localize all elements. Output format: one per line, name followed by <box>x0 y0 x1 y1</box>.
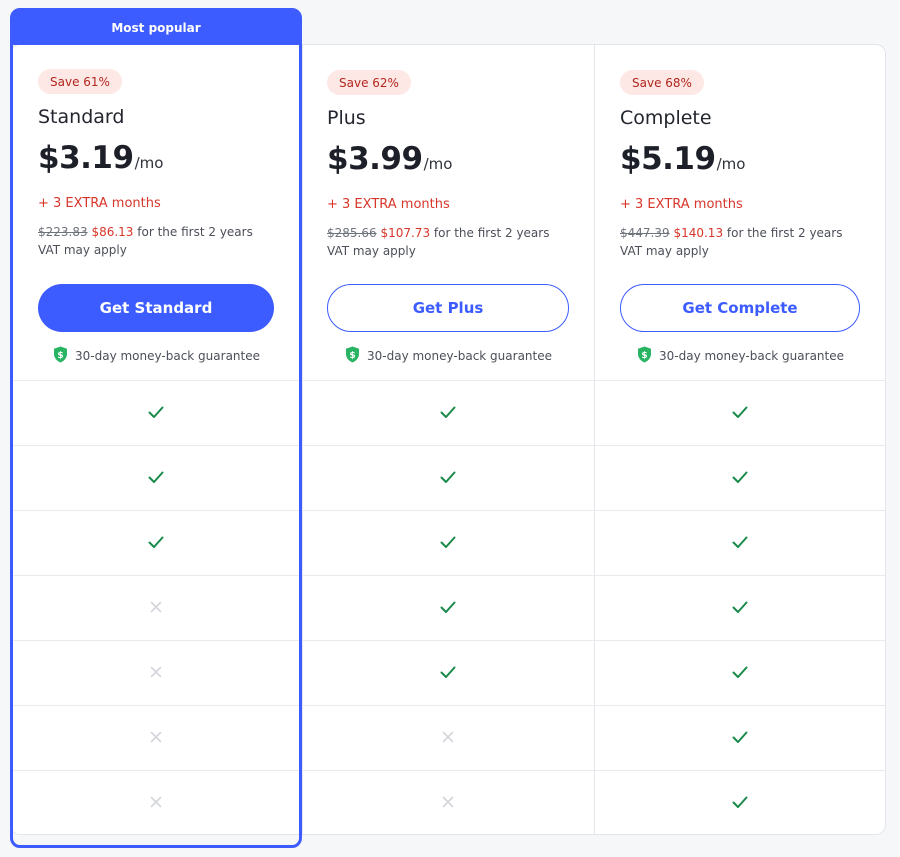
get-plus-button[interactable]: Get Plus <box>327 284 569 332</box>
most-popular-banner: Most popular <box>13 11 299 45</box>
column-divider <box>302 44 303 835</box>
original-price: $285.66 <box>327 226 377 240</box>
check-icon <box>731 663 749 681</box>
pricing-plans: Most popular Save 61% Standard $3.19/mo + 3… <box>0 0 900 857</box>
cross-icon <box>439 728 457 746</box>
check-icon <box>731 468 749 486</box>
money-back-guarantee: $30-day money-back guarantee <box>637 346 844 366</box>
discounted-price: $107.73 <box>380 226 431 240</box>
plan-name: Complete <box>620 107 712 129</box>
shield-dollar-icon: $ <box>345 346 360 366</box>
check-icon <box>439 533 457 551</box>
cross-icon <box>439 793 457 811</box>
extra-months-promo: + 3 EXTRA months <box>327 197 450 212</box>
price-unit: /mo <box>716 155 746 173</box>
check-icon <box>439 598 457 616</box>
plan-name: Plus <box>327 107 366 129</box>
check-icon <box>731 403 749 421</box>
original-price: $447.39 <box>620 226 670 240</box>
check-icon <box>439 403 457 421</box>
check-icon <box>439 663 457 681</box>
price: $3.99/mo <box>327 141 452 177</box>
extra-months-promo: + 3 EXTRA months <box>620 197 743 212</box>
guarantee-text: 30-day money-back guarantee <box>659 349 844 363</box>
vat-note: VAT may apply <box>620 244 709 258</box>
save-badge: Save 68% <box>620 70 704 95</box>
check-icon <box>439 468 457 486</box>
billing-period: for the first 2 years <box>433 226 550 240</box>
save-badge: Save 62% <box>327 70 411 95</box>
price: $5.19/mo <box>620 141 745 177</box>
pricing-detail: $447.39 $140.13 for the first 2 years <box>620 224 842 242</box>
svg-text:$: $ <box>349 351 355 361</box>
price-amount: $5.19 <box>620 141 716 177</box>
price-amount: $3.99 <box>327 141 423 177</box>
check-icon <box>731 793 749 811</box>
column-divider <box>594 44 595 835</box>
discounted-price: $140.13 <box>673 226 724 240</box>
svg-text:$: $ <box>641 351 647 361</box>
billing-period: for the first 2 years <box>726 226 843 240</box>
shield-dollar-icon: $ <box>637 346 652 366</box>
guarantee-text: 30-day money-back guarantee <box>367 349 552 363</box>
pricing-detail: $285.66 $107.73 for the first 2 years <box>327 224 549 242</box>
price-unit: /mo <box>423 155 453 173</box>
check-icon <box>731 598 749 616</box>
vat-note: VAT may apply <box>327 244 416 258</box>
check-icon <box>731 533 749 551</box>
money-back-guarantee: $30-day money-back guarantee <box>345 346 552 366</box>
check-icon <box>731 728 749 746</box>
plan-card-standard: Most popular <box>10 8 302 848</box>
get-complete-button[interactable]: Get Complete <box>620 284 860 332</box>
